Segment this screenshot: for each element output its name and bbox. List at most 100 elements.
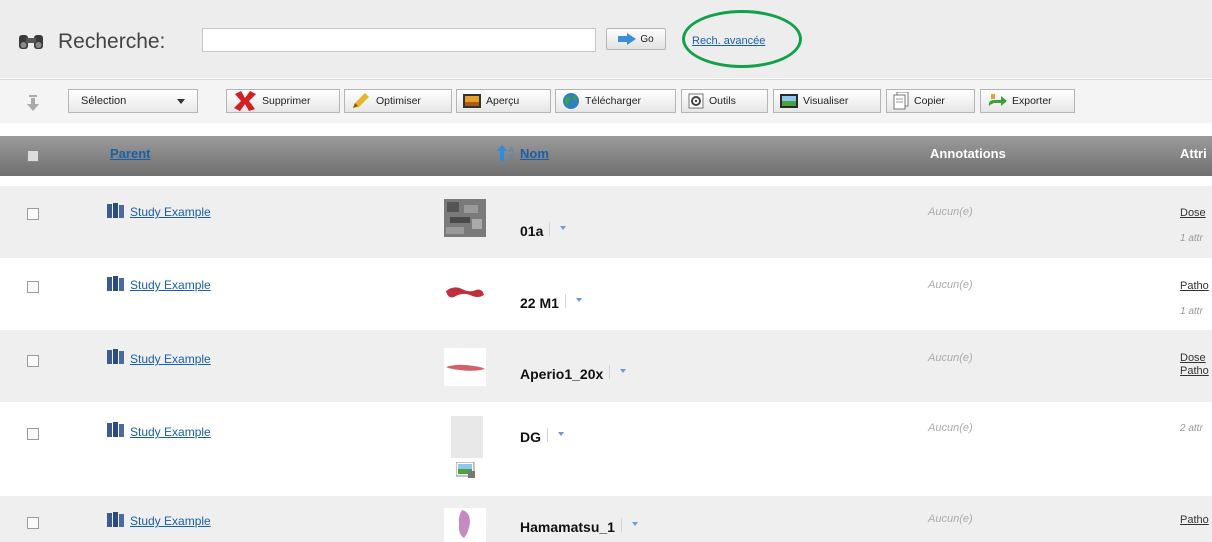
study-book-icon <box>107 512 124 527</box>
table-row <box>0 186 1212 258</box>
tools-label: Outils <box>709 95 736 107</box>
parent-link[interactable]: Study Example <box>130 205 211 219</box>
download-label: Télécharger <box>585 95 642 107</box>
image-name-text[interactable]: 22 M1 <box>520 295 559 311</box>
selection-label: Sélection <box>81 95 127 107</box>
image-thumbnail[interactable] <box>444 275 486 313</box>
row-checkbox[interactable] <box>27 355 39 367</box>
separator <box>609 365 611 380</box>
chevron-down-icon[interactable] <box>631 522 638 527</box>
search-input[interactable] <box>202 28 596 52</box>
svg-text:A: A <box>509 147 514 154</box>
image-thumbnail[interactable] <box>444 199 486 237</box>
pencil-icon <box>353 93 369 108</box>
globe-icon <box>563 93 579 109</box>
image-name[interactable]: 22 M1 <box>520 294 582 311</box>
attribute-link[interactable]: Patho <box>1180 365 1209 377</box>
image-preview-icon <box>463 94 481 108</box>
attribute-count: 2 attr <box>1180 423 1203 434</box>
image-name-text[interactable]: DG <box>520 429 541 445</box>
advanced-search-link[interactable]: Rech. avancée <box>692 35 765 47</box>
annotations-value: Aucun(e) <box>928 422 973 434</box>
image-thumbnail[interactable] <box>444 508 486 542</box>
image-name[interactable]: Aperio1_20x <box>520 365 627 382</box>
annotations-value: Aucun(e) <box>928 513 973 525</box>
attribute-link[interactable]: Dose <box>1180 207 1206 219</box>
separator <box>549 222 551 237</box>
delete-label: Supprimer <box>262 95 311 107</box>
go-label: Go <box>640 33 654 45</box>
table-row <box>0 402 1212 496</box>
parent-link[interactable]: Study Example <box>130 514 211 528</box>
export-button[interactable]: Exporter <box>980 89 1075 113</box>
row-checkbox[interactable] <box>27 517 39 529</box>
separator <box>620 518 622 533</box>
parent-link[interactable]: Study Example <box>130 278 211 292</box>
study-book-icon <box>107 276 124 291</box>
parent-link[interactable]: Study Example <box>130 425 211 439</box>
image-name[interactable]: Hamamatsu_1 <box>520 518 638 535</box>
arrow-down-icon[interactable] <box>26 95 40 111</box>
arrow-right-icon <box>618 33 637 45</box>
column-header-parent[interactable]: Parent <box>110 146 150 161</box>
chevron-down-icon[interactable] <box>575 298 582 303</box>
delete-button[interactable]: Supprimer <box>226 89 340 113</box>
attribute-link[interactable]: Dose <box>1180 352 1206 364</box>
separator <box>547 428 548 443</box>
optimize-label: Optimiser <box>376 95 421 107</box>
picture-icon <box>780 94 798 108</box>
download-button[interactable]: Télécharger <box>555 89 676 113</box>
copy-document-icon <box>893 92 909 110</box>
annotations-value: Aucun(e) <box>928 206 973 218</box>
table-row <box>0 258 1212 330</box>
study-book-icon <box>107 422 124 437</box>
parent-link[interactable]: Study Example <box>130 352 211 366</box>
export-label: Exporter <box>1012 95 1052 107</box>
preview-button[interactable]: Aperçu <box>456 89 551 113</box>
go-button[interactable]: Go <box>606 28 666 50</box>
row-checkbox[interactable] <box>27 281 39 293</box>
copy-button[interactable]: Copier <box>886 89 975 113</box>
sort-ascending-icon[interactable]: A Z <box>497 144 517 162</box>
selection-dropdown[interactable]: Sélection <box>68 89 198 113</box>
image-name[interactable]: 01a <box>520 222 567 239</box>
tools-button[interactable]: Outils <box>681 89 768 113</box>
row-checkbox[interactable] <box>27 428 39 440</box>
search-label: Recherche: <box>58 30 166 53</box>
gear-icon <box>688 93 704 109</box>
image-thumbnail[interactable] <box>444 348 486 386</box>
attribute-count: 1 attr <box>1180 306 1203 317</box>
image-thumbnail[interactable] <box>451 416 483 458</box>
attribute-link[interactable]: Patho <box>1180 280 1209 292</box>
column-header-name[interactable]: Nom <box>520 146 549 161</box>
view-button[interactable]: Visualiser <box>773 89 881 113</box>
chevron-down-icon[interactable] <box>620 369 627 374</box>
delete-x-icon <box>234 91 256 111</box>
column-header-attributes: Attri <box>1180 146 1207 161</box>
table-header <box>0 136 1212 176</box>
copy-label: Copier <box>914 95 945 107</box>
svg-text:Z: Z <box>509 155 514 162</box>
study-book-icon <box>107 349 124 364</box>
optimize-button[interactable]: Optimiser <box>344 89 452 113</box>
image-name[interactable]: DG <box>520 428 564 445</box>
column-header-annotations: Annotations <box>930 146 1006 161</box>
attribute-link[interactable]: Patho <box>1180 514 1209 526</box>
row-checkbox[interactable] <box>27 208 39 220</box>
export-icon <box>988 94 1007 106</box>
chevron-down-icon[interactable] <box>558 432 564 437</box>
binoculars-icon <box>19 35 43 49</box>
image-name-text[interactable]: Aperio1_20x <box>520 366 603 382</box>
image-file-icon[interactable] <box>456 462 476 478</box>
separator <box>564 294 566 309</box>
search-bar: Recherche: Go Rech. avancée <box>0 0 1212 78</box>
image-name-text[interactable]: Hamamatsu_1 <box>520 519 615 535</box>
chevron-down-icon[interactable] <box>560 226 567 231</box>
image-name-text[interactable]: 01a <box>520 223 543 239</box>
annotations-value: Aucun(e) <box>928 279 973 291</box>
view-label: Visualiser <box>803 95 849 107</box>
attribute-count: 1 attr <box>1180 233 1203 244</box>
select-all-checkbox[interactable] <box>27 150 39 162</box>
preview-label: Aperçu <box>486 95 520 107</box>
annotations-value: Aucun(e) <box>928 352 973 364</box>
